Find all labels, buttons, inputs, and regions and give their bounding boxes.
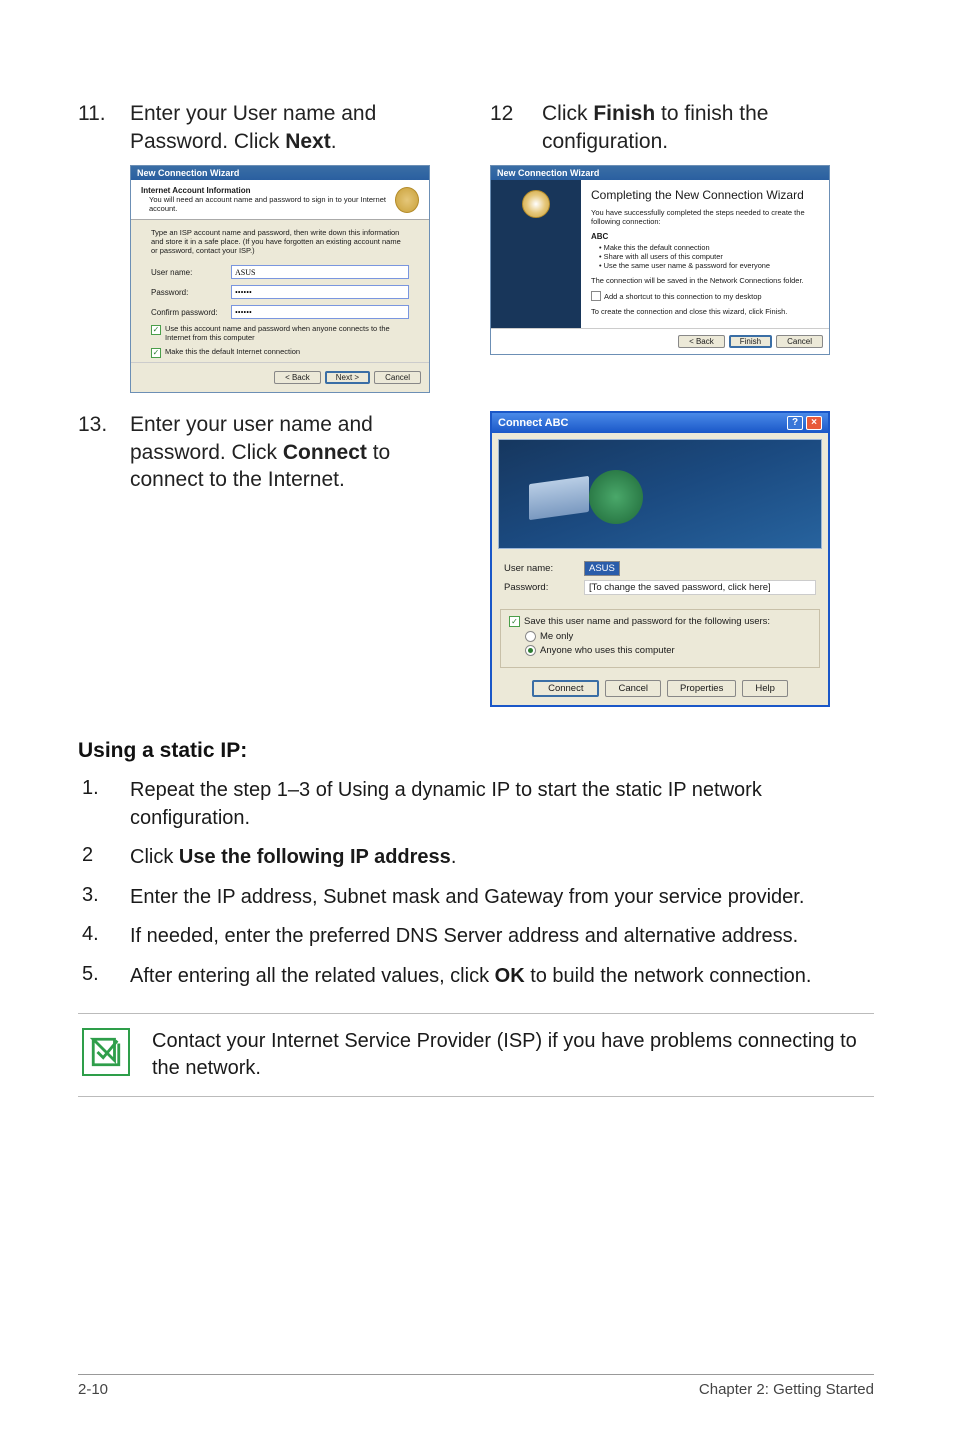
list-item: Share with all users of this computer (599, 252, 819, 261)
checkbox-label: Add a shortcut to this connection to my … (604, 292, 762, 301)
cancel-button[interactable]: Cancel (776, 335, 823, 348)
password-label: Password: (504, 582, 576, 593)
step-number: 12 (490, 102, 534, 126)
properties-button[interactable]: Properties (667, 680, 736, 697)
globe-icon (395, 187, 419, 213)
next-button[interactable]: Next > (325, 371, 370, 384)
wizard-header: Internet Account Information You will ne… (131, 180, 429, 220)
confirm-password-input[interactable] (231, 305, 409, 319)
finish-button[interactable]: Finish (729, 335, 772, 348)
step-text: Enter your User name and Password. Click… (130, 100, 462, 155)
radio-label: Anyone who uses this computer (540, 645, 675, 656)
back-button[interactable]: < Back (274, 371, 321, 384)
text: Enter your User name and Password. Click (130, 102, 376, 153)
help-button[interactable]: Help (742, 680, 788, 697)
note-text: Contact your Internet Service Provider (… (152, 1028, 874, 1082)
item-number: 4. (78, 923, 122, 951)
list-item: 5. After entering all the related values… (78, 963, 874, 991)
list-item: 3. Enter the IP address, Subnet mask and… (78, 884, 874, 912)
list-item: Make this the default connection (599, 243, 819, 252)
step-text: Enter your user name and password. Click… (130, 411, 462, 494)
username-label: User name: (151, 268, 225, 277)
password-label: Password: (151, 288, 225, 297)
wizard-account-info: New Connection Wizard Internet Account I… (130, 165, 430, 393)
section-heading: Using a static IP: (78, 739, 874, 763)
wizard-text: You have successfully completed the step… (591, 208, 819, 226)
password-placeholder[interactable]: [To change the saved password, click her… (584, 580, 816, 595)
item-text: Click Use the following IP address. (130, 844, 456, 872)
checkbox-label: Save this user name and password for the… (524, 616, 770, 627)
checkbox-label: Make this the default Internet connectio… (165, 348, 300, 356)
wizard-text: To create the connection and close this … (591, 307, 819, 316)
wizard-heading: Completing the New Connection Wizard (591, 188, 819, 202)
text: Click (542, 102, 593, 125)
list-item: Use the same user name & password for ev… (599, 261, 819, 270)
item-text: Repeat the step 1–3 of Using a dynamic I… (130, 777, 874, 832)
help-icon[interactable]: ? (787, 416, 803, 430)
note-box: Contact your Internet Service Provider (… (78, 1013, 874, 1097)
connection-name: ABC (591, 232, 819, 241)
close-icon[interactable]: × (806, 416, 822, 430)
globe-icon (522, 190, 550, 218)
header-title: Internet Account Information (141, 186, 395, 195)
radio-anyone[interactable] (525, 645, 536, 656)
page-footer: 2-10 Chapter 2: Getting Started (78, 1374, 874, 1398)
bold: Connect (283, 441, 367, 464)
hint-text: Type an ISP account name and password, t… (151, 228, 409, 255)
header-subtitle: You will need an account name and passwo… (149, 195, 395, 213)
username-label: User name: (504, 563, 576, 574)
list-item: 4. If needed, enter the preferred DNS Se… (78, 923, 874, 951)
wizard-completing: New Connection Wizard Completing the New… (490, 165, 830, 355)
wizard-text: The connection will be saved in the Netw… (591, 276, 819, 285)
list-item: 1. Repeat the step 1–3 of Using a dynami… (78, 777, 874, 832)
item-text: After entering all the related values, c… (130, 963, 812, 991)
dialog-banner (498, 439, 822, 549)
confirm-password-label: Confirm password: (151, 308, 225, 317)
step-12: 12 Click Finish to finish the configurat… (490, 100, 874, 155)
note-icon (82, 1028, 130, 1076)
item-number: 2 (78, 844, 122, 872)
dialog-title: Connect ABC (498, 417, 568, 429)
username-input[interactable] (231, 265, 409, 279)
list-item: 2 Click Use the following IP address. (78, 844, 874, 872)
checkbox-default-connection[interactable]: ✓ (151, 348, 161, 358)
item-number: 5. (78, 963, 122, 991)
step-13: 13. Enter your user name and password. C… (78, 411, 462, 494)
back-button[interactable]: < Back (678, 335, 725, 348)
titlebar: New Connection Wizard (131, 166, 429, 180)
item-number: 1. (78, 777, 122, 832)
radio-label: Me only (540, 631, 573, 642)
username-value[interactable]: ASUS (584, 561, 620, 576)
checkbox-use-account[interactable]: ✓ (151, 325, 161, 335)
checkbox-save-credentials[interactable]: ✓ (509, 616, 520, 627)
checkbox-label: Use this account name and password when … (165, 325, 409, 342)
titlebar: New Connection Wizard (491, 166, 829, 180)
chapter-title: Chapter 2: Getting Started (699, 1381, 874, 1398)
connect-dialog: Connect ABC ? × User name: ASUS Password… (490, 411, 830, 707)
feature-list: Make this the default connection Share w… (599, 243, 819, 270)
radio-me-only[interactable] (525, 631, 536, 642)
item-text: Enter the IP address, Subnet mask and Ga… (130, 884, 804, 912)
page-number: 2-10 (78, 1381, 108, 1398)
step-text: Click Finish to finish the configuration… (542, 100, 874, 155)
connect-button[interactable]: Connect (532, 680, 599, 697)
checkbox-shortcut[interactable] (591, 291, 601, 301)
text: . (331, 130, 337, 153)
step-11: 11. Enter your User name and Password. C… (78, 100, 462, 155)
cancel-button[interactable]: Cancel (605, 680, 661, 697)
bold: Next (285, 130, 331, 153)
wizard-side-banner (491, 180, 581, 328)
item-number: 3. (78, 884, 122, 912)
step-number: 13. (78, 413, 122, 437)
item-text: If needed, enter the preferred DNS Serve… (130, 923, 798, 951)
step-number: 11. (78, 102, 122, 126)
bold: Finish (593, 102, 655, 125)
cancel-button[interactable]: Cancel (374, 371, 421, 384)
password-input[interactable] (231, 285, 409, 299)
